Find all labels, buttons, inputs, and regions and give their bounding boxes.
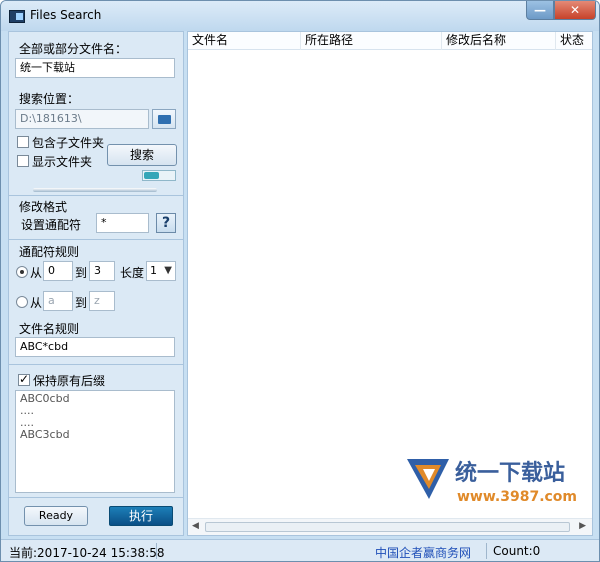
grid-header: 文件名 所在路径 修改后名称 状态 (188, 32, 592, 50)
from-number-input[interactable]: 0 (43, 261, 73, 281)
include-subfolders-checkbox[interactable] (17, 136, 29, 148)
to-label: 到 (75, 266, 88, 280)
to-letter-input[interactable]: z (89, 291, 115, 311)
main-window: Files Search — ✕ 全部或部分文件名： 统一下载站 搜索位置： D… (0, 0, 600, 562)
app-icon (9, 10, 25, 23)
to-number-input[interactable]: 3 (89, 261, 115, 281)
from-letter-label: 从 (30, 296, 43, 310)
execute-button[interactable]: 执行 (109, 506, 173, 526)
wildcard-rules-label: 通配符规则 (19, 245, 80, 259)
splitter-handle[interactable] (33, 188, 157, 192)
status-divider (156, 543, 157, 559)
minimize-button[interactable]: — (526, 1, 554, 20)
preview-line: .... (20, 404, 34, 417)
rule-number-radio[interactable] (16, 266, 28, 278)
column-header-path[interactable]: 所在路径 (301, 32, 442, 50)
column-header-new-name[interactable]: 修改后名称 (442, 32, 556, 50)
left-panel: 全部或部分文件名： 统一下载站 搜索位置： D:\181613\ 包含子文件夹 … (8, 31, 184, 536)
current-time: 当前:2017-10-24 15:38:58 (9, 546, 165, 560)
status-bar: 当前:2017-10-24 15:38:58 中国企者赢商务网 Count:0 (1, 539, 599, 561)
status-divider (486, 543, 487, 559)
horizontal-scrollbar[interactable]: ◀ ▶ (188, 518, 592, 535)
show-folders-checkbox[interactable] (17, 155, 29, 167)
length-label: 长度 (120, 266, 145, 280)
ready-button[interactable]: Ready (24, 506, 88, 526)
column-header-filename[interactable]: 文件名 (188, 32, 301, 50)
scrollbar-thumb[interactable] (205, 522, 570, 532)
window-title: Files Search (30, 8, 102, 22)
panel-toggle[interactable] (142, 170, 176, 181)
filename-rule-input[interactable]: ABC*cbd (15, 337, 175, 357)
watermark-url: www.3987.com (457, 489, 578, 505)
include-subfolders-label: 包含子文件夹 (32, 136, 105, 150)
keep-suffix-label: 保持原有后缀 (33, 374, 106, 388)
location-label: 搜索位置： (19, 92, 80, 106)
help-icon[interactable]: ? (156, 213, 176, 233)
to-letter-label: 到 (75, 296, 88, 310)
browse-folder-button[interactable] (152, 109, 176, 129)
search-button[interactable]: 搜索 (107, 144, 177, 166)
column-header-status[interactable]: 状态 (556, 32, 592, 50)
modify-format-label: 修改格式 (19, 200, 68, 214)
location-input[interactable]: D:\181613\ (15, 109, 149, 129)
from-label: 从 (30, 266, 43, 280)
watermark: 统一下载站 www.3987.com (405, 453, 595, 513)
show-folders-label: 显示文件夹 (32, 155, 93, 169)
divider (9, 239, 183, 240)
status-link[interactable]: 中国企者赢商务网 (375, 544, 471, 561)
record-count: Count:0 (493, 544, 541, 558)
wildcard-input[interactable]: * (96, 213, 149, 233)
keep-suffix-checkbox[interactable] (18, 372, 30, 386)
rule-letter-radio[interactable] (16, 296, 28, 308)
watermark-text: 统一下载站 (455, 461, 566, 486)
filename-rule-label: 文件名规则 (19, 322, 80, 336)
scroll-left-icon[interactable]: ◀ (192, 521, 199, 531)
divider (9, 195, 183, 196)
length-select[interactable]: 1 ▼ (146, 261, 176, 281)
chevron-down-icon: ▼ (164, 265, 172, 276)
watermark-logo-icon (407, 459, 449, 499)
title-bar[interactable]: Files Search — ✕ (1, 1, 599, 31)
filename-label: 全部或部分文件名： (19, 42, 128, 56)
preview-line: ABC3cbd (20, 428, 70, 441)
preview-line: ABC0cbd (20, 392, 70, 405)
divider (9, 364, 183, 365)
filename-input[interactable]: 统一下载站 (15, 58, 175, 78)
divider (9, 497, 183, 498)
scroll-right-icon[interactable]: ▶ (579, 521, 586, 531)
rename-preview: ABC0cbd .... .... ABC3cbd (15, 390, 175, 493)
length-value: 1 (150, 264, 157, 277)
wildcard-label: 设置通配符 (21, 218, 82, 232)
from-letter-input[interactable]: a (43, 291, 73, 311)
close-button[interactable]: ✕ (554, 1, 596, 20)
